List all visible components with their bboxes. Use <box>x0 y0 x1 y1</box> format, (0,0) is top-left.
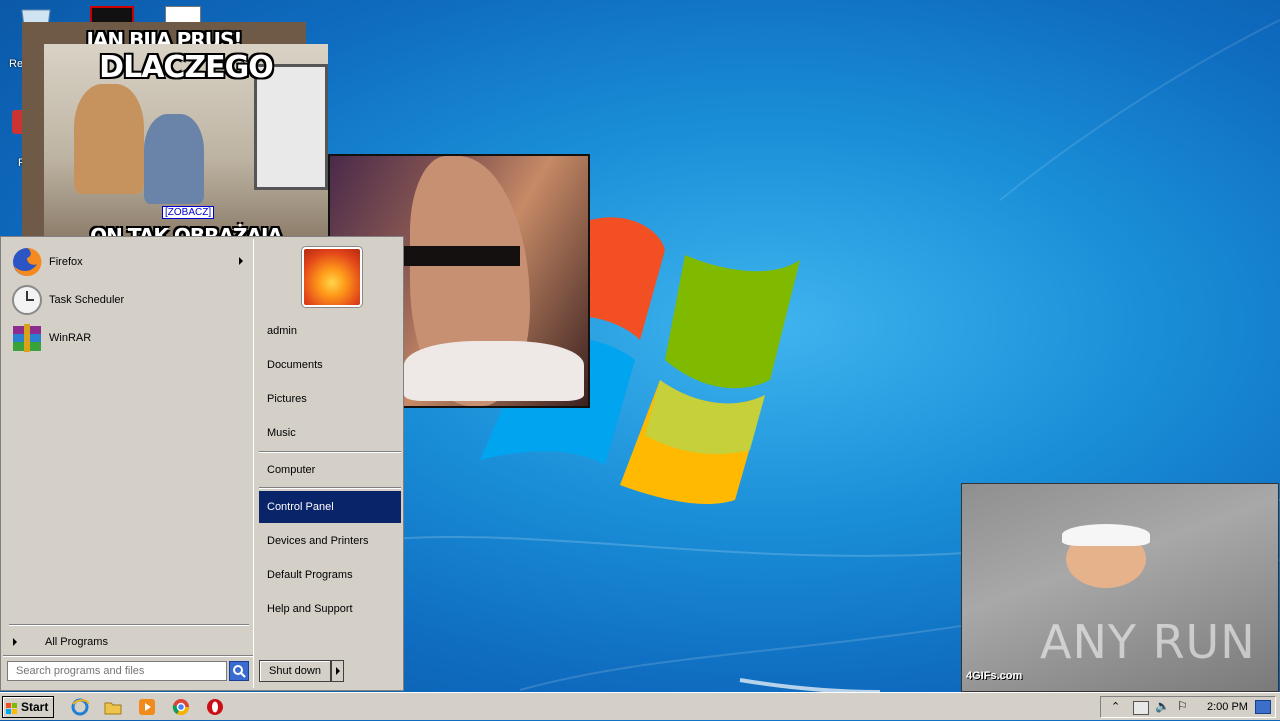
start-link-devices-printers[interactable]: Devices and Printers <box>259 525 401 557</box>
clock-text[interactable]: 2:00 PM <box>1207 701 1248 713</box>
shutdown-options-button[interactable] <box>331 660 344 682</box>
meme-caption: DLACZEGO <box>99 50 274 85</box>
start-link-pictures[interactable]: Pictures <box>259 383 401 415</box>
zobacz-link[interactable]: [ZOBACZ] <box>162 206 215 219</box>
meme-bottom-caption: ON TAK OBRAŻAJA <box>90 224 283 236</box>
start-link-control-panel[interactable]: Control Panel <box>259 491 401 523</box>
dark-band <box>390 246 520 266</box>
shutdown-button[interactable]: Shut down <box>259 660 331 682</box>
program-label-firefox: Firefox <box>49 256 83 268</box>
gif-credit: 4GIFs.com <box>966 670 1023 682</box>
show-hidden-icons-icon[interactable]: ⌃ <box>1111 700 1120 713</box>
action-center-flag-icon[interactable]: ⚐ <box>1177 699 1188 713</box>
network-icon[interactable] <box>1133 701 1149 715</box>
girl-figure <box>74 84 144 194</box>
start-menu: Firefox Task Scheduler WinRAR All Progra… <box>0 236 404 691</box>
firefox-icon <box>11 246 43 278</box>
desktop-icon-label-recycle: Re <box>9 58 24 70</box>
start-link-admin[interactable]: admin <box>259 315 401 347</box>
windows-flag-icon <box>6 701 18 714</box>
search-input[interactable] <box>7 661 227 681</box>
program-label-task-scheduler: Task Scheduler <box>49 294 125 306</box>
opera-icon[interactable] <box>206 698 224 716</box>
volume-icon[interactable]: 🔈 <box>1155 699 1170 713</box>
start-label: Start <box>21 700 49 714</box>
search-icon <box>233 665 246 678</box>
search-separator <box>3 655 253 657</box>
anyrun-watermark: ANY RUN <box>1040 615 1256 669</box>
program-winrar[interactable]: WinRAR <box>11 321 251 355</box>
explorer-folder-icon[interactable] <box>104 698 122 716</box>
shutdown-arrow-icon <box>336 667 340 675</box>
taskbar: Start ⌃ 🔈 ⚐ 2:00 PM <box>0 692 1280 720</box>
clock-icon <box>11 284 43 316</box>
start-link-music[interactable]: Music <box>259 417 401 449</box>
cap-shape <box>1062 524 1150 546</box>
white-shape <box>404 341 584 401</box>
media-player-icon[interactable] <box>138 698 156 716</box>
program-task-scheduler[interactable]: Task Scheduler <box>11 283 251 317</box>
start-link-default-programs[interactable]: Default Programs <box>259 559 401 591</box>
start-link-documents[interactable]: Documents <box>259 349 401 381</box>
submenu-arrow-icon <box>239 257 243 265</box>
boy-figure <box>144 114 204 204</box>
user-picture[interactable] <box>302 247 362 307</box>
winrar-icon <box>11 322 43 354</box>
places-separator <box>259 451 401 453</box>
start-link-computer[interactable]: Computer <box>259 454 401 486</box>
all-programs-button[interactable]: All Programs <box>9 631 249 653</box>
all-programs-label: All Programs <box>45 636 108 648</box>
all-programs-arrow-icon <box>13 638 17 646</box>
places-separator-2 <box>259 487 401 489</box>
start-link-help-support[interactable]: Help and Support <box>259 593 401 625</box>
program-firefox[interactable]: Firefox <box>11 245 251 279</box>
show-desktop-icon[interactable] <box>1255 700 1271 714</box>
program-label-winrar: WinRAR <box>49 332 92 344</box>
system-tray: ⌃ 🔈 ⚐ 2:00 PM <box>1100 696 1276 718</box>
start-menu-places-pane: admin Documents Pictures Music Computer … <box>256 239 402 688</box>
start-button[interactable]: Start <box>2 696 54 718</box>
search-button[interactable] <box>229 661 249 681</box>
programs-separator <box>9 624 249 626</box>
internet-explorer-icon[interactable] <box>71 698 89 716</box>
chrome-icon[interactable] <box>172 698 190 716</box>
start-menu-programs-pane: Firefox Task Scheduler WinRAR All Progra… <box>3 239 254 688</box>
